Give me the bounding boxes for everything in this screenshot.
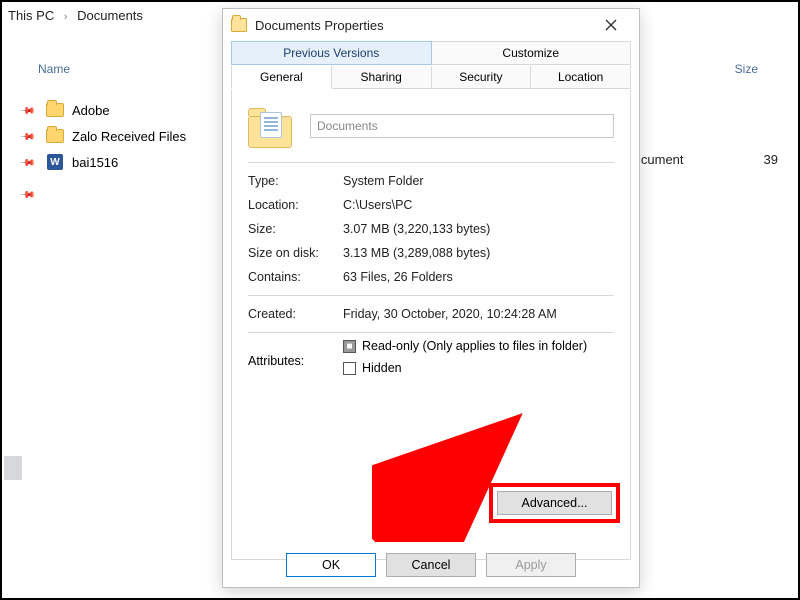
divider — [248, 162, 614, 163]
created-label: Created: — [248, 307, 343, 321]
folder-name-input[interactable] — [310, 114, 614, 138]
pin-icon: 📌 — [20, 129, 34, 143]
folder-icon — [46, 101, 64, 119]
tab-previous-versions[interactable]: Previous Versions — [231, 41, 432, 65]
apply-button[interactable]: Apply — [486, 553, 576, 577]
size-on-disk-label: Size on disk: — [248, 246, 343, 260]
file-name: bai1516 — [72, 155, 118, 170]
breadcrumb[interactable]: This PC › Documents — [8, 8, 143, 23]
list-item[interactable]: 📌 Adobe — [22, 97, 186, 123]
location-value: C:\Users\PC — [343, 198, 614, 212]
word-icon: W — [46, 153, 64, 171]
breadcrumb-separator: › — [64, 11, 68, 23]
size-on-disk-value: 3.13 MB (3,289,088 bytes) — [343, 246, 614, 260]
type-value: System Folder — [343, 174, 614, 188]
contains-value: 63 Files, 26 Folders — [343, 270, 614, 284]
ok-button[interactable]: OK — [286, 553, 376, 577]
size-value: 3.07 MB (3,220,133 bytes) — [343, 222, 614, 236]
close-icon — [605, 19, 617, 31]
divider — [248, 332, 614, 333]
file-list: 📌 Adobe 📌 Zalo Received Files 📌 W bai151… — [22, 97, 186, 207]
folder-icon — [46, 127, 64, 145]
cancel-button[interactable]: Cancel — [386, 553, 476, 577]
dialog-title: Documents Properties — [255, 18, 591, 33]
breadcrumb-current[interactable]: Documents — [77, 8, 143, 23]
selection-indicator — [4, 456, 22, 480]
tab-general[interactable]: General — [231, 66, 332, 89]
size-label: Size: — [248, 222, 343, 236]
pin-icon: 📌 — [20, 155, 34, 169]
tab-security[interactable]: Security — [432, 66, 532, 89]
tab-location[interactable]: Location — [531, 66, 631, 89]
pin-icon: 📌 — [20, 103, 34, 117]
pin-icon: 📌 — [20, 187, 34, 201]
pinned-empty: 📌 — [22, 181, 186, 207]
divider — [248, 295, 614, 296]
folder-icon — [231, 18, 247, 32]
folder-large-icon — [248, 104, 292, 148]
contains-label: Contains: — [248, 270, 343, 284]
column-name[interactable]: Name — [38, 62, 218, 76]
advanced-button[interactable]: Advanced... — [497, 491, 612, 515]
readonly-label: Read-only (Only applies to files in fold… — [362, 339, 587, 353]
tab-sharing[interactable]: Sharing — [332, 66, 432, 89]
column-size[interactable]: Size — [735, 62, 758, 76]
list-item[interactable]: 📌 Zalo Received Files — [22, 123, 186, 149]
tabs-row-2: General Sharing Security Location — [231, 66, 631, 90]
readonly-checkbox[interactable]: ■ — [343, 340, 356, 353]
properties-dialog: Documents Properties Previous Versions C… — [222, 8, 640, 588]
type-label: Type: — [248, 174, 343, 188]
list-item[interactable]: 📌 W bai1516 — [22, 149, 186, 175]
detail-type-fragment: cument — [641, 152, 684, 167]
general-tab-panel: Type:System Folder Location:C:\Users\PC … — [231, 90, 631, 560]
breadcrumb-root[interactable]: This PC — [8, 8, 54, 23]
tabs-row-1: Previous Versions Customize — [231, 41, 631, 66]
hidden-checkbox[interactable] — [343, 362, 356, 375]
close-button[interactable] — [591, 11, 631, 39]
hidden-label: Hidden — [362, 361, 402, 375]
tab-customize[interactable]: Customize — [432, 41, 632, 65]
file-name: Adobe — [72, 103, 110, 118]
detail-size-fragment: 39 — [764, 152, 778, 167]
file-detail-fragment: cument 39 — [641, 152, 778, 167]
file-name: Zalo Received Files — [72, 129, 186, 144]
dialog-button-row: OK Cancel Apply — [223, 553, 639, 577]
created-value: Friday, 30 October, 2020, 10:24:28 AM — [343, 307, 614, 321]
dialog-titlebar[interactable]: Documents Properties — [223, 9, 639, 41]
location-label: Location: — [248, 198, 343, 212]
attributes-label: Attributes: — [248, 354, 343, 368]
